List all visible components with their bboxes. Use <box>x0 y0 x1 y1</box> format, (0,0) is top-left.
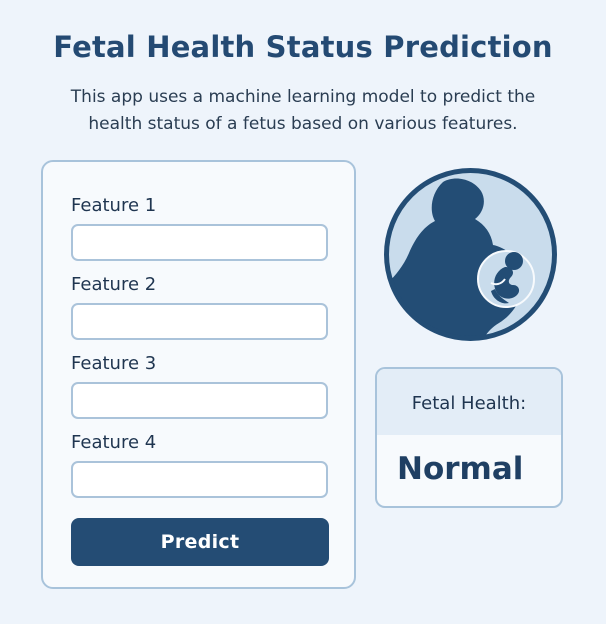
app-description: This app uses a machine learning model t… <box>38 84 568 138</box>
feature-3-input[interactable] <box>71 382 328 419</box>
feature-2-input[interactable] <box>71 303 328 340</box>
page-title: Fetal Health Status Prediction <box>53 30 553 64</box>
feature-4-input[interactable] <box>71 461 328 498</box>
fetal-health-value: Normal <box>397 451 524 487</box>
pregnant-woman-fetus-icon <box>384 168 557 341</box>
feature-4-label: Feature 4 <box>71 432 157 453</box>
predict-button[interactable]: Predict <box>71 518 329 566</box>
app-description-line-1: This app uses a machine learning model t… <box>70 87 536 107</box>
feature-1-label: Feature 1 <box>71 195 157 216</box>
feature-form: Feature 1 Feature 2 Feature 3 Feature 4 … <box>41 160 356 589</box>
feature-2-label: Feature 2 <box>71 274 157 295</box>
feature-1-input[interactable] <box>71 224 328 261</box>
app-page: Fetal Health Status Prediction This app … <box>0 0 606 624</box>
fetal-health-label: Fetal Health: <box>411 393 527 414</box>
prediction-result-card: Fetal Health: Normal <box>375 367 563 508</box>
feature-3-label: Feature 3 <box>71 353 157 374</box>
app-description-line-2: health status of a fetus based on variou… <box>88 114 518 134</box>
